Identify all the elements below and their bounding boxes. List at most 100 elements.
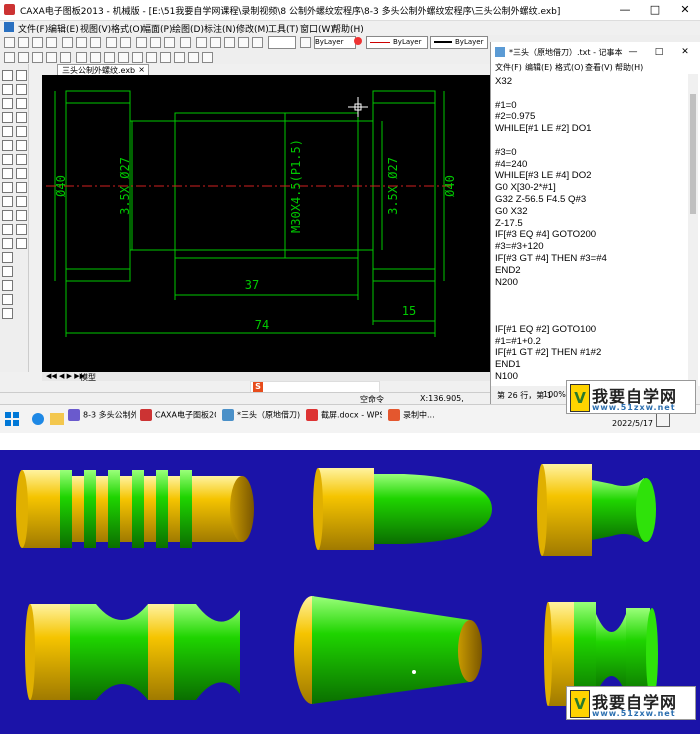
- explode-tool-icon[interactable]: [16, 238, 27, 249]
- maximize-button[interactable]: □: [640, 2, 670, 18]
- file-explorer-icon[interactable]: [50, 413, 64, 425]
- frame-icon[interactable]: [18, 52, 29, 63]
- save-icon[interactable]: [32, 37, 43, 48]
- line-tool-icon[interactable]: [2, 70, 13, 81]
- new-file-icon[interactable]: [4, 37, 15, 48]
- polygon-tool-icon[interactable]: [2, 140, 13, 151]
- fillet-tool-icon[interactable]: [16, 210, 27, 221]
- notepad-vertical-scrollbar[interactable]: [688, 74, 698, 386]
- redo-icon[interactable]: [120, 37, 131, 48]
- notepad-menu-edit[interactable]: 编辑(E): [525, 62, 552, 73]
- menu-modify[interactable]: 修改(M): [236, 22, 269, 35]
- task-item-notepad[interactable]: *三头（原地借刀)...: [222, 409, 300, 427]
- drawing-canvas[interactable]: 37 74 15 Ø40 Ø40 3.5X Ø27 3.5X Ø27 M30X4…: [42, 75, 492, 372]
- symmetry-tool-icon[interactable]: [2, 238, 13, 249]
- minimize-button[interactable]: —: [610, 2, 640, 18]
- 3d-icon[interactable]: [252, 37, 263, 48]
- dim-icon[interactable]: [118, 52, 129, 63]
- title-block-icon[interactable]: [32, 52, 43, 63]
- paste-icon[interactable]: [90, 37, 101, 48]
- centerline-tool-icon[interactable]: [2, 224, 13, 235]
- ellipse-tool-icon[interactable]: [2, 154, 13, 165]
- task-item-wps[interactable]: 截屏.docx - WPS...: [306, 409, 382, 427]
- base-icon[interactable]: [4, 52, 15, 63]
- notepad-menu-view[interactable]: 查看(V): [585, 62, 613, 73]
- menu-draw[interactable]: 绘图(D): [172, 22, 204, 35]
- copy-icon[interactable]: [76, 37, 87, 48]
- spline-tool-icon[interactable]: [2, 168, 13, 179]
- table-tool-icon[interactable]: [2, 308, 13, 319]
- zoom-icon[interactable]: [196, 37, 207, 48]
- notepad-minimize-button[interactable]: —: [621, 44, 645, 60]
- layer-manager-icon[interactable]: [300, 37, 311, 48]
- undo-icon[interactable]: [106, 37, 117, 48]
- chamfer-tool-icon[interactable]: [2, 252, 13, 263]
- polyline-tool-icon[interactable]: [2, 84, 13, 95]
- open-file-icon[interactable]: [18, 37, 29, 48]
- menu-tools[interactable]: 工具(T): [268, 22, 299, 35]
- notepad-close-button[interactable]: ✕: [673, 44, 697, 60]
- close-button[interactable]: ✕: [670, 2, 700, 18]
- color-icon[interactable]: [354, 37, 362, 45]
- mirror-tool-icon[interactable]: [16, 126, 27, 137]
- notepad-text-area[interactable]: X32 #1=0 #2=0.975 WHILE[#1 LE #2] DO1 #3=0 #4…: [495, 76, 690, 383]
- tab-close-icon[interactable]: ×: [138, 65, 145, 74]
- match-properties-icon[interactable]: [150, 37, 161, 48]
- notepad-menu-file[interactable]: 文件(F): [495, 62, 522, 73]
- menu-window[interactable]: 窗口(W): [300, 22, 334, 35]
- help-icon[interactable]: [180, 37, 191, 48]
- extend-tool-icon[interactable]: [16, 182, 27, 193]
- menu-dimension[interactable]: 标注(N): [204, 22, 236, 35]
- sogou-icon[interactable]: S: [253, 382, 263, 392]
- hatch-tool-icon[interactable]: [2, 196, 13, 207]
- menu-sheet[interactable]: 幅面(P): [142, 22, 172, 35]
- weld-icon[interactable]: [174, 52, 185, 63]
- linetype-select[interactable]: ByLayer: [366, 36, 428, 49]
- zoom-window-icon[interactable]: [224, 37, 235, 48]
- block-tool-icon[interactable]: [2, 266, 13, 277]
- layer-icon[interactable]: [164, 37, 175, 48]
- datum-icon[interactable]: [160, 52, 171, 63]
- move-tool-icon[interactable]: [16, 98, 27, 109]
- cut-icon[interactable]: [62, 37, 73, 48]
- edge-browser-icon[interactable]: [32, 413, 44, 425]
- point-tool-icon[interactable]: [2, 182, 13, 193]
- array-tool-icon[interactable]: [16, 154, 27, 165]
- copy-tool-icon[interactable]: [16, 84, 27, 95]
- insert-tool-icon[interactable]: [2, 280, 13, 291]
- query-icon[interactable]: [202, 52, 213, 63]
- rotate-tool-icon[interactable]: [16, 112, 27, 123]
- scale-tool-icon[interactable]: [16, 140, 27, 151]
- pan-icon[interactable]: [210, 37, 221, 48]
- rectangle-tool-icon[interactable]: [2, 126, 13, 137]
- task-item-caxa[interactable]: CAXA电子图板20...: [140, 409, 216, 427]
- menu-format[interactable]: 格式(O): [111, 22, 143, 35]
- print-icon[interactable]: [46, 37, 57, 48]
- zoom-all-icon[interactable]: [238, 37, 249, 48]
- stretch-tool-icon[interactable]: [16, 224, 27, 235]
- menu-file[interactable]: 文件(F): [18, 22, 48, 35]
- parts-list-icon[interactable]: [46, 52, 57, 63]
- delete-tool-icon[interactable]: [16, 70, 27, 81]
- notepad-maximize-button[interactable]: □: [647, 44, 671, 60]
- notification-icon[interactable]: [656, 413, 670, 427]
- circle-tool-icon[interactable]: [2, 98, 13, 109]
- layer-select[interactable]: ByLayer: [314, 36, 356, 49]
- text-icon[interactable]: [104, 52, 115, 63]
- roughness-icon[interactable]: [132, 52, 143, 63]
- scroll-thumb[interactable]: [690, 94, 696, 214]
- render-dropdown[interactable]: [268, 36, 296, 49]
- break-tool-icon[interactable]: [16, 196, 27, 207]
- windows-start-icon[interactable]: [4, 411, 20, 427]
- properties-icon[interactable]: [136, 37, 147, 48]
- arc-tool-icon[interactable]: [2, 112, 13, 123]
- menu-edit[interactable]: 编辑(E): [48, 22, 79, 35]
- balloon-icon[interactable]: [60, 52, 71, 63]
- hatch-icon[interactable]: [76, 52, 87, 63]
- block-icon[interactable]: [90, 52, 101, 63]
- model-tab[interactable]: 模型: [80, 372, 110, 382]
- notepad-menu-help[interactable]: 帮助(H): [615, 62, 643, 73]
- offset-tool-icon[interactable]: [2, 210, 13, 221]
- trim-tool-icon[interactable]: [16, 168, 27, 179]
- task-item-recorder[interactable]: 录制中...: [388, 409, 450, 427]
